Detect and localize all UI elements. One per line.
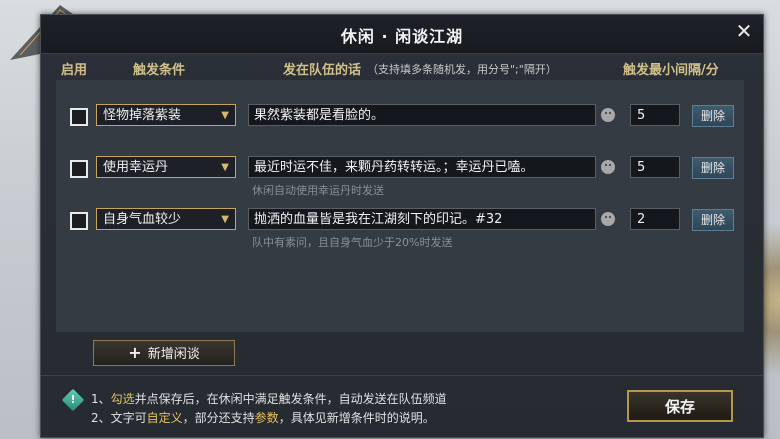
column-headers: 启用 触发条件 发在队伍的话 （支持填多条随机发，用分号";"隔开） 触发最小间…: [41, 59, 763, 79]
rules-list: 怪物掉落紫装 ▼ 果然紫装都是看脸的。 5 删除 使用幸运丹 ▼ 最近时运不佳，…: [55, 79, 745, 333]
rule-row: 自身气血较少 ▼ 抛洒的血量皆是我在江湖刻下的印记。#32 队中有素问，且自身气…: [56, 194, 744, 254]
close-icon[interactable]: ✕: [733, 20, 755, 42]
tip-highlight: 参数: [254, 411, 279, 425]
interval-input[interactable]: 5: [630, 104, 680, 126]
delete-button[interactable]: 删除: [692, 209, 734, 231]
header-message-note: （支持填多条随机发，用分号";"隔开）: [367, 63, 557, 76]
save-button[interactable]: 保存: [627, 390, 733, 422]
delete-button[interactable]: 删除: [692, 157, 734, 179]
trigger-select[interactable]: 使用幸运丹 ▼: [96, 156, 236, 178]
tip-text: 1、: [91, 392, 111, 406]
tip-text: ，具体见新增条件时的说明。: [278, 411, 435, 425]
message-input[interactable]: 最近时运不佳，来颗丹药转转运。；幸运丹已嗑。: [248, 156, 596, 178]
rule-row: 使用幸运丹 ▼ 最近时运不佳，来颗丹药转转运。；幸运丹已嗑。 休闲自动使用幸运丹…: [56, 142, 744, 202]
enable-checkbox[interactable]: [70, 108, 88, 126]
header-enable: 启用: [61, 63, 88, 78]
add-chat-label: 新增闲谈: [147, 347, 200, 362]
trigger-select[interactable]: 怪物掉落紫装 ▼: [96, 104, 236, 126]
tip-highlight: 自定义: [146, 411, 183, 425]
chevron-down-icon: ▼: [221, 162, 229, 173]
interval-input[interactable]: 5: [630, 156, 680, 178]
title-bar: 休闲 · 闲谈江湖 ✕: [41, 15, 763, 54]
enable-checkbox[interactable]: [70, 160, 88, 178]
chevron-down-icon: ▼: [221, 110, 229, 121]
emoji-icon[interactable]: [601, 212, 615, 226]
trigger-select-value: 自身气血较少: [103, 212, 182, 227]
trigger-select-value: 使用幸运丹: [103, 160, 169, 175]
tip-text: 并点保存后，在休闲中满足触发条件，自动发送在队伍频道: [134, 392, 447, 406]
plus-icon: +: [128, 343, 142, 362]
message-input[interactable]: 抛洒的血量皆是我在江湖刻下的印记。#32: [248, 208, 596, 230]
message-input[interactable]: 果然紫装都是看脸的。: [248, 104, 596, 126]
tip-text: ，部分还支持: [182, 411, 255, 425]
trigger-hint: 队中有素问，且自身气血少于20%时发送: [252, 236, 453, 249]
trigger-select-value: 怪物掉落紫装: [103, 108, 182, 123]
interval-input[interactable]: 2: [630, 208, 680, 230]
header-message: 发在队伍的话: [283, 63, 362, 78]
tip-line-1: 1、勾选并点保存后，在休闲中满足触发条件，自动发送在队伍频道: [91, 390, 447, 407]
tip-text: 2、文字可: [91, 411, 147, 425]
emoji-icon[interactable]: [601, 160, 615, 174]
info-icon: !: [61, 388, 85, 412]
tip-highlight: 勾选: [110, 392, 135, 406]
add-chat-button[interactable]: + 新增闲谈: [93, 340, 235, 366]
trigger-select[interactable]: 自身气血较少 ▼: [96, 208, 236, 230]
delete-button[interactable]: 删除: [692, 105, 734, 127]
chat-settings-dialog: 休闲 · 闲谈江湖 ✕ 启用 触发条件 发在队伍的话 （支持填多条随机发，用分号…: [40, 14, 764, 438]
header-trigger: 触发条件: [133, 63, 186, 78]
dialog-title: 休闲 · 闲谈江湖: [340, 27, 464, 46]
header-interval: 触发最小间隔/分: [623, 63, 719, 78]
chevron-down-icon: ▼: [221, 214, 229, 225]
enable-checkbox[interactable]: [70, 212, 88, 230]
tip-line-2: 2、文字可自定义，部分还支持参数，具体见新增条件时的说明。: [91, 409, 435, 426]
rule-row: 怪物掉落紫装 ▼ 果然紫装都是看脸的。 5 删除: [56, 90, 744, 150]
emoji-icon[interactable]: [601, 108, 615, 122]
